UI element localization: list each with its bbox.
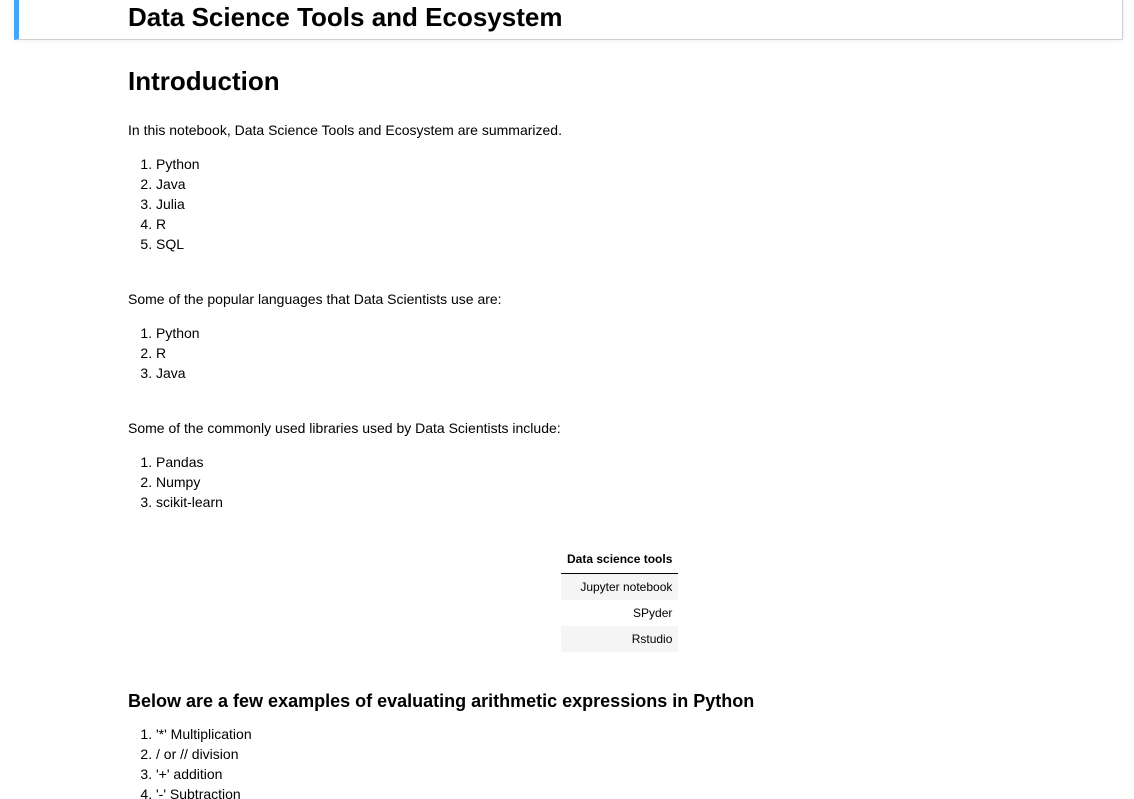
list-item: '*' Multiplication <box>156 724 252 744</box>
intro-paragraph: In this notebook, Data Science Tools and… <box>128 122 562 138</box>
list-item: Numpy <box>156 472 223 492</box>
table-row: SPyder <box>561 600 678 626</box>
languages-list: Python R Java <box>128 323 200 383</box>
libraries-list: Pandas Numpy scikit-learn <box>128 452 223 512</box>
arithmetic-list: '*' Multiplication / or // division '+' … <box>128 724 252 799</box>
introduction-heading: Introduction <box>128 66 280 96</box>
list-item: SQL <box>156 234 200 254</box>
table-cell: Jupyter notebook <box>561 573 679 600</box>
table-cell: SPyder <box>633 606 673 620</box>
list-item: R <box>156 214 200 234</box>
arithmetic-heading: Below are a few examples of evaluating a… <box>128 691 755 711</box>
list-item: '+' addition <box>156 764 252 784</box>
list-item: Python <box>156 154 200 174</box>
list-item: '-' Subtraction <box>156 784 252 799</box>
list-item: Julia <box>156 194 200 214</box>
table-header-row: Data science tools <box>561 546 679 574</box>
notebook-page: Data Science Tools and Ecosystem Introdu… <box>0 0 1134 799</box>
list-item: scikit-learn <box>156 492 223 512</box>
libraries-paragraph: Some of the commonly used libraries used… <box>128 420 561 436</box>
data-science-tools-table: Data science tools Jupyter notebook SPyd… <box>561 546 679 652</box>
list-item: Pandas <box>156 452 223 472</box>
list-item: Java <box>156 363 200 383</box>
languages-paragraph: Some of the popular languages that Data … <box>128 291 502 307</box>
selected-markdown-cell[interactable]: Data Science Tools and Ecosystem <box>14 0 1123 40</box>
table-row: Rstudio <box>561 626 679 652</box>
intro-list: Python Java Julia R SQL <box>128 154 200 254</box>
notebook-title: Data Science Tools and Ecosystem <box>128 2 563 32</box>
list-item: Java <box>156 174 200 194</box>
list-item: / or // division <box>156 744 252 764</box>
table-header-cell: Data science tools <box>561 546 679 574</box>
list-item: R <box>156 343 200 363</box>
table-cell: Rstudio <box>561 626 679 652</box>
list-item: Python <box>156 323 200 343</box>
table-row: Jupyter notebook <box>561 573 679 600</box>
